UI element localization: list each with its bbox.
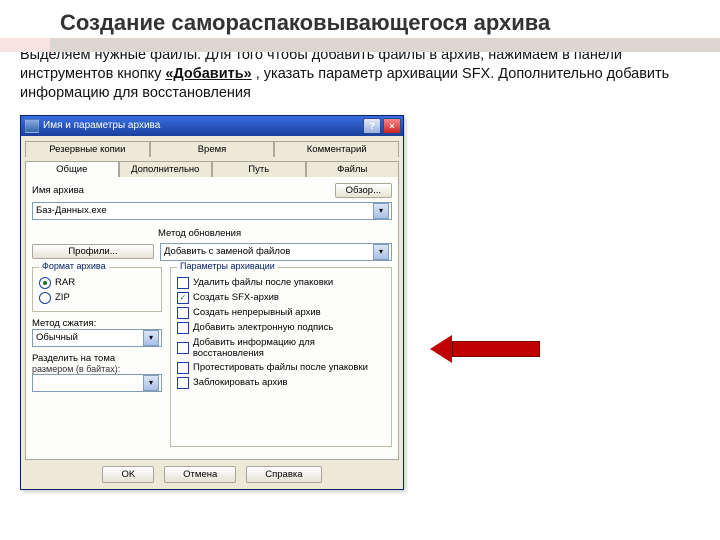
tab-advanced[interactable]: Дополнительно: [119, 161, 213, 177]
params-legend: Параметры архивации: [177, 261, 278, 271]
format-zip[interactable]: ZIP: [39, 292, 155, 304]
checkbox-icon: [177, 307, 189, 319]
opt-sfx[interactable]: Создать SFX-архив: [177, 292, 385, 304]
split-size-select[interactable]: [32, 374, 162, 392]
checkbox-icon: [177, 322, 189, 334]
opt-recovery[interactable]: Добавить информацию для восстановления: [177, 337, 385, 359]
format-rar[interactable]: RAR: [39, 277, 155, 289]
archive-name-label: Имя архива: [32, 185, 84, 196]
compress-method-value: Обычный: [36, 332, 78, 343]
slide-header: Создание самораспаковывающегося архива: [0, 0, 720, 42]
dialog-title: Имя и параметры архива: [43, 120, 160, 131]
archive-dialog: Имя и параметры архива ? × Резервные коп…: [20, 115, 404, 490]
dialog-button-row: OK Отмена Справка: [21, 460, 403, 489]
profiles-button[interactable]: Профили...: [32, 244, 154, 259]
titlebar[interactable]: Имя и параметры архива ? ×: [21, 116, 403, 136]
tab-general[interactable]: Общие: [25, 161, 119, 177]
close-button[interactable]: ×: [383, 118, 401, 134]
format-rar-label: RAR: [55, 277, 75, 288]
browse-button[interactable]: Обзор...: [335, 183, 392, 198]
app-icon: [25, 119, 39, 133]
opt-delete-after[interactable]: Удалить файлы после упаковки: [177, 277, 385, 289]
format-zip-label: ZIP: [55, 292, 70, 303]
update-method-value: Добавить с заменой файлов: [164, 246, 290, 257]
checkbox-icon: [177, 342, 189, 354]
archive-name-input[interactable]: Баз-Данных.exe: [32, 202, 392, 220]
split-label-2: размером (в байтах):: [32, 364, 162, 374]
compress-method-label: Метод сжатия:: [32, 318, 162, 329]
update-method-select[interactable]: Добавить с заменой файлов: [160, 243, 392, 261]
archive-name-value: Баз-Данных.exe: [36, 205, 107, 216]
intro-text: Выделяем нужные файлы. Для того чтобы до…: [0, 42, 720, 115]
tab-path[interactable]: Путь: [212, 161, 306, 177]
intro-bold: «Добавить»: [165, 66, 251, 82]
help-dialog-button[interactable]: Справка: [246, 466, 321, 483]
radio-icon: [39, 277, 51, 289]
format-legend: Формат архива: [39, 261, 109, 271]
cancel-button[interactable]: Отмена: [164, 466, 236, 483]
opt-test[interactable]: Протестировать файлы после упаковки: [177, 362, 385, 374]
opt-sign[interactable]: Добавить электронную подпись: [177, 322, 385, 334]
tab-row-top: Резервные копии Время Комментарий: [21, 136, 403, 156]
checkbox-icon: [177, 377, 189, 389]
callout-arrow: [430, 335, 540, 363]
tab-time[interactable]: Время: [150, 141, 275, 157]
compress-method-select[interactable]: Обычный: [32, 329, 162, 347]
opt-lock[interactable]: Заблокировать архив: [177, 377, 385, 389]
radio-icon: [39, 292, 51, 304]
tab-row-bottom: Общие Дополнительно Путь Файлы: [21, 156, 403, 176]
opt-solid[interactable]: Создать непрерывный архив: [177, 307, 385, 319]
header-decoration: [0, 38, 720, 52]
checkbox-icon: [177, 362, 189, 374]
format-group: Формат архива RAR ZIP: [32, 267, 162, 312]
ok-button[interactable]: OK: [102, 466, 154, 483]
params-group: Параметры архивации Удалить файлы после …: [170, 267, 392, 447]
split-label-1: Разделить на тома: [32, 353, 162, 364]
screenshot-stage: Имя и параметры архива ? × Резервные коп…: [20, 115, 560, 490]
help-button[interactable]: ?: [363, 118, 381, 134]
tab-backup[interactable]: Резервные копии: [25, 141, 150, 157]
tab-files[interactable]: Файлы: [306, 161, 400, 177]
checkbox-icon: [177, 277, 189, 289]
tab-comment[interactable]: Комментарий: [274, 141, 399, 157]
update-method-label: Метод обновления: [158, 228, 241, 239]
slide-title: Создание самораспаковывающегося архива: [60, 10, 700, 36]
checkbox-icon: [177, 292, 189, 304]
tab-panel-general: Имя архива Обзор... Баз-Данных.exe Метод…: [25, 176, 399, 460]
